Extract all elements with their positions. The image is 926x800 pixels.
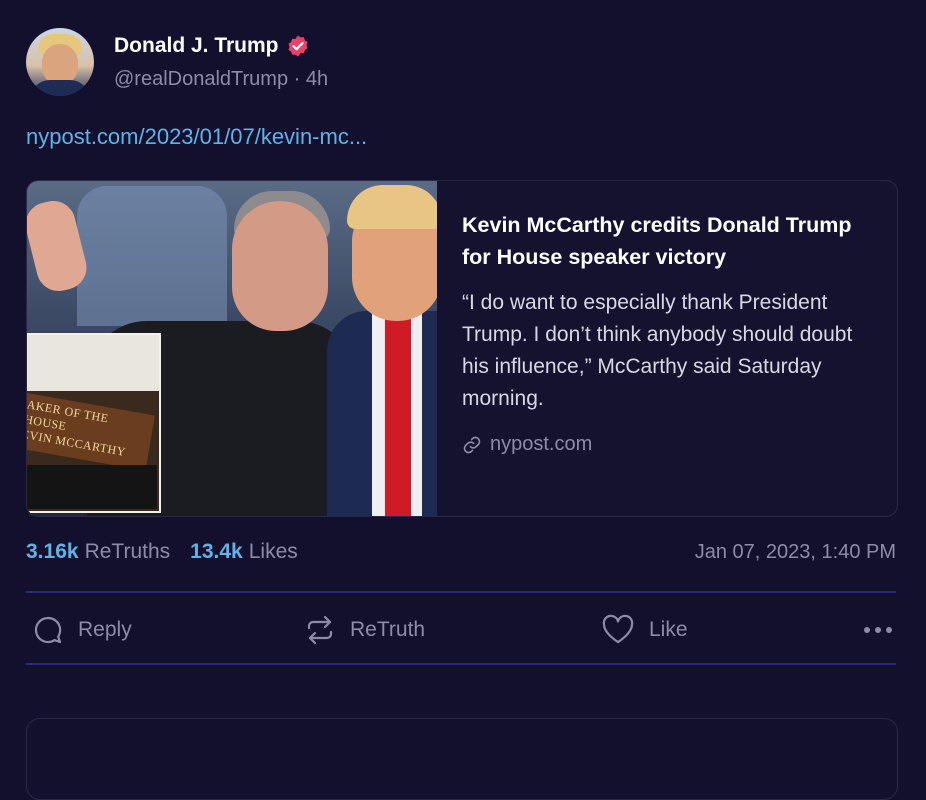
photo-inset: AKER OF THE HOUSE EVIN MCCARTHY <box>27 333 161 513</box>
author-name[interactable]: Donald J. Trump <box>114 34 279 58</box>
divider-bottom <box>26 663 896 665</box>
retruths-count[interactable]: 3.16k <box>26 540 79 564</box>
reply-label: Reply <box>78 618 132 641</box>
post-stats: 3.16k ReTruths 13.4k Likes Jan 07, 2023,… <box>26 540 896 564</box>
author-handle-row: @realDonaldTrump · 4h <box>114 68 328 91</box>
reply-button[interactable]: Reply <box>32 614 132 646</box>
author-info: Donald J. Trump @realDonaldTrump · 4h <box>114 32 328 91</box>
author-name-row: Donald J. Trump <box>114 32 328 60</box>
post-header: Donald J. Trump @realDonaldTrump · 4h <box>26 28 328 96</box>
post-time-ago[interactable]: 4h <box>306 68 328 90</box>
card-description: “I do want to especially thank President… <box>462 291 853 410</box>
next-post-card[interactable] <box>26 718 898 800</box>
card-source: nypost.com <box>462 433 872 456</box>
action-bar: Reply ReTruth Like <box>26 608 896 652</box>
author-avatar[interactable] <box>26 28 94 96</box>
link-icon <box>463 436 481 453</box>
post-link[interactable]: nypost.com/2023/01/07/kevin-mc... <box>26 124 367 150</box>
card-title[interactable]: Kevin McCarthy credits Donald Trump for … <box>462 209 872 273</box>
separator-dot: · <box>293 68 301 90</box>
retruth-button[interactable]: ReTruth <box>304 614 425 646</box>
divider-top <box>26 591 896 593</box>
author-handle[interactable]: @realDonaldTrump <box>114 68 288 90</box>
article-photo: AKER OF THE HOUSE EVIN MCCARTHY <box>27 181 437 516</box>
repost-arrows-icon <box>307 615 333 645</box>
verified-badge-icon <box>288 35 308 57</box>
heart-icon <box>602 614 634 644</box>
more-options-button[interactable] <box>864 627 892 633</box>
card-source-domain: nypost.com <box>490 433 593 455</box>
likes-label[interactable]: Likes <box>249 540 298 564</box>
ellipsis-icon <box>864 627 870 633</box>
retruths-label[interactable]: ReTruths <box>85 540 171 564</box>
speaker-plaque: AKER OF THE HOUSE EVIN MCCARTHY <box>27 393 156 471</box>
like-button[interactable]: Like <box>601 614 688 646</box>
retruth-label: ReTruth <box>350 618 426 641</box>
speech-bubble-icon <box>34 616 62 644</box>
post-timestamp: Jan 07, 2023, 1:40 PM <box>694 540 896 563</box>
likes-count[interactable]: 13.4k <box>190 540 243 564</box>
card-text: Kevin McCarthy credits Donald Trump for … <box>462 209 872 456</box>
link-preview-card[interactable]: AKER OF THE HOUSE EVIN MCCARTHY Kevin Mc… <box>26 180 898 517</box>
like-label: Like <box>649 618 688 641</box>
